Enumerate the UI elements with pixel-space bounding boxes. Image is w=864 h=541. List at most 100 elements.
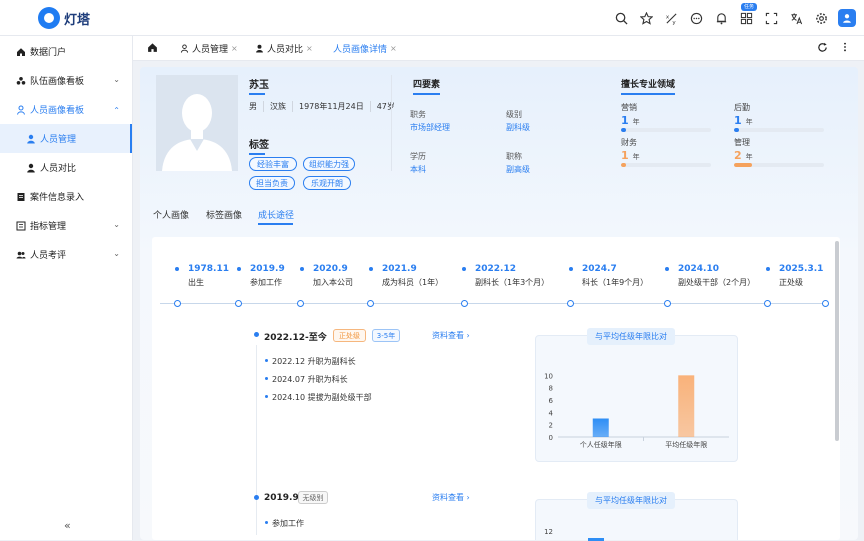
apps-icon[interactable]: 任务 [734, 3, 759, 27]
tab-label: 人员对比 [267, 45, 304, 55]
view-details-link[interactable]: 资料查看 › [432, 492, 470, 503]
tab-person-detail[interactable]: 人员画像详情 × [333, 36, 397, 61]
sidebar-item-person-compare[interactable]: 人员对比 [0, 153, 132, 182]
gender: 男 [249, 102, 257, 111]
tab-person-manage[interactable]: 人员管理 × [180, 36, 238, 61]
skill-item: 管理 2年 [734, 137, 824, 167]
timeline-date: 2021.9 [369, 264, 417, 274]
timeline-date: 1978.11 [175, 264, 229, 274]
sidebar-item-metric-manage[interactable]: 指标管理 ⌄ [0, 211, 132, 240]
skill-bar [621, 163, 711, 167]
view-details-link[interactable]: 资料查看 › [432, 330, 470, 341]
user-avatar-icon[interactable] [838, 9, 856, 27]
subtab-tags[interactable]: 标签画像 [206, 208, 242, 221]
close-icon[interactable]: × [390, 44, 397, 53]
svg-text:x: x [666, 14, 670, 20]
more-icon[interactable] [840, 42, 850, 55]
tag: 组织能力强 [303, 157, 355, 171]
home-icon [16, 47, 26, 57]
sidebar-item-label: 案件信息录入 [30, 193, 85, 203]
home-icon [147, 42, 158, 56]
sidebar-item-case-entry[interactable]: 案件信息录入 [0, 182, 132, 211]
tab-home[interactable] [147, 36, 158, 61]
sidebar-item-person-manage[interactable]: 人员管理 [0, 124, 132, 153]
close-icon[interactable]: × [231, 44, 238, 53]
timeline-node[interactable] [297, 300, 304, 307]
tab-bar: 人员管理 × 人员对比 × 人员画像详情 × [133, 36, 864, 61]
sidebar-item-label: 人员画像看板 [30, 106, 85, 116]
sidebar-item-evaluation[interactable]: 人员考评 ⌄ [0, 240, 132, 269]
sidebar-item-label: 指标管理 [30, 222, 67, 232]
skill-bar-fill [734, 128, 740, 132]
y-tick-label: 8 [549, 385, 553, 393]
sidebar-item-team-board[interactable]: 队伍画像看板 ⌄ [0, 66, 132, 95]
four-elements-title: 四要素 [413, 77, 441, 95]
search-icon[interactable] [609, 9, 634, 27]
refresh-icon[interactable] [817, 42, 828, 56]
x-tick-label: 个人任级年限 [580, 440, 622, 449]
collapse-sidebar-button[interactable]: « [64, 519, 71, 532]
subtab-personal[interactable]: 个人画像 [153, 208, 189, 221]
timeline-node[interactable] [174, 300, 181, 307]
sidebar-item-label: 数据门户 [30, 48, 67, 58]
timeline-node[interactable] [235, 300, 242, 307]
timeline-node[interactable] [461, 300, 468, 307]
close-icon[interactable]: × [306, 44, 313, 53]
timeline-date: 2024.10 [665, 264, 719, 274]
timeline-node[interactable] [567, 300, 574, 307]
chevron-down-icon: ⌄ [113, 75, 120, 84]
timeline-label: 出生 [188, 278, 204, 287]
timeline-label: 副科长（1年3个月） [475, 278, 550, 287]
timeline-label: 参加工作 [250, 278, 282, 287]
field-label: 职务 [410, 110, 426, 119]
field-value: 副高级 [506, 165, 530, 174]
stage-pill: 3-5年 [372, 329, 400, 342]
tag: 经验丰富 [249, 157, 297, 171]
fullscreen-icon[interactable] [759, 9, 784, 27]
sidebar-item-data-portal[interactable]: 数据门户 [0, 37, 132, 66]
app-logo[interactable]: 灯塔 [38, 7, 90, 29]
gear-icon[interactable] [809, 9, 834, 27]
sidebar-item-person-board[interactable]: 人员画像看板 ⌃ [0, 95, 132, 124]
chat-icon[interactable] [684, 9, 709, 27]
timeline-date: 2025.3.1 [765, 264, 824, 274]
timeline-label: 正处级 [779, 278, 803, 287]
field-label: 职称 [506, 152, 522, 161]
timeline-node[interactable] [367, 300, 374, 307]
scrollbar[interactable] [835, 241, 839, 441]
tab-person-compare[interactable]: 人员对比 × [255, 36, 313, 61]
field-label: 级别 [506, 110, 522, 119]
timeline-date: 2024.7 [569, 264, 617, 274]
star-icon[interactable] [634, 9, 659, 27]
translate-icon[interactable] [784, 9, 809, 27]
stage-event: 2024.10 提拔为副处级干部 [265, 393, 372, 402]
subtab-growth[interactable]: 成长途径 [258, 208, 294, 221]
y-tick-label: 6 [549, 397, 554, 405]
sidebar-item-label: 人员对比 [40, 164, 77, 174]
skill-item: 营销 1年 [621, 102, 711, 132]
main-content: 苏玉 男 汉族 1978年11月24日 47岁 标签 经验丰富 组织能力强 担当… [140, 67, 858, 541]
y-tick-label: 12 [544, 528, 553, 536]
team-icon [16, 76, 26, 86]
skill-label: 财务 [621, 138, 637, 147]
avatar [156, 75, 238, 171]
bell-icon[interactable] [709, 9, 734, 27]
person-icon [16, 105, 26, 115]
timeline-node[interactable] [822, 300, 829, 307]
timeline-node[interactable] [764, 300, 771, 307]
stage-event: 2022.12 升职为副科长 [265, 357, 356, 366]
timeline-node[interactable] [664, 300, 671, 307]
chevron-up-icon: ⌃ [113, 106, 120, 115]
formula-icon[interactable]: xy [659, 9, 684, 27]
list-icon [16, 221, 26, 231]
skill-bar [734, 128, 824, 132]
chart-card: 与平均任级年限比对 0 2 4 6 8 10 个人任级年限 平均任级年限 [535, 328, 738, 462]
bar-chart: 0 2 4 6 8 10 个人任级年限 平均任级年限 [544, 372, 729, 449]
doc-icon [16, 192, 26, 202]
timeline-label: 加入本公司 [313, 278, 353, 287]
skill-label: 管理 [734, 138, 750, 147]
chart-card: 与平均任级年限比对 12 [535, 492, 738, 541]
tag: 担当负责 [249, 176, 295, 190]
stage-pill: 无级别 [298, 491, 328, 504]
person-icon [256, 44, 263, 53]
